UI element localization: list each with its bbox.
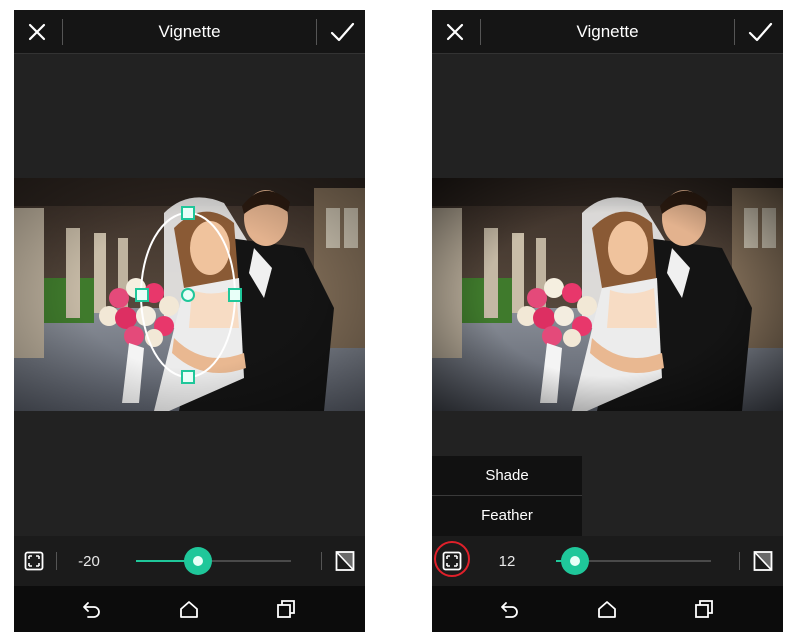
resize-handle-bottom[interactable] bbox=[181, 370, 195, 384]
home-icon[interactable] bbox=[178, 598, 200, 620]
check-icon[interactable] bbox=[747, 19, 773, 45]
android-nav-bar bbox=[14, 586, 365, 632]
vignette-shape-icon[interactable] bbox=[24, 551, 44, 571]
shade-menu-item[interactable]: Shade bbox=[432, 456, 582, 496]
feather-menu-item[interactable]: Feather bbox=[432, 496, 582, 536]
invert-icon[interactable] bbox=[753, 550, 773, 572]
resize-handle-left[interactable] bbox=[135, 288, 149, 302]
intensity-value: -20 bbox=[78, 553, 100, 570]
home-icon[interactable] bbox=[596, 598, 618, 620]
intensity-slider[interactable] bbox=[136, 547, 291, 575]
recent-apps-icon[interactable] bbox=[275, 598, 297, 620]
resize-handle-top[interactable] bbox=[181, 206, 195, 220]
android-nav-bar bbox=[432, 586, 783, 632]
intensity-value: 12 bbox=[498, 553, 516, 570]
photo-canvas[interactable] bbox=[432, 178, 783, 411]
resize-handle-right[interactable] bbox=[228, 288, 242, 302]
page-title: Vignette bbox=[158, 22, 221, 41]
left-screen: Vignette -20 bbox=[14, 10, 365, 632]
back-icon[interactable] bbox=[80, 598, 102, 620]
top-bar: Vignette bbox=[432, 10, 783, 54]
divider bbox=[734, 19, 735, 45]
check-icon[interactable] bbox=[329, 19, 355, 45]
center-handle[interactable] bbox=[181, 288, 195, 302]
slider-thumb[interactable] bbox=[561, 547, 589, 575]
adjust-toolbar: 12 bbox=[432, 536, 783, 586]
right-screen: Vignette Shade Feather 12 bbox=[432, 10, 783, 632]
top-bar: Vignette bbox=[14, 10, 365, 54]
divider bbox=[316, 19, 317, 45]
divider bbox=[321, 552, 322, 570]
page-title: Vignette bbox=[576, 22, 639, 41]
divider bbox=[739, 552, 740, 570]
back-icon[interactable] bbox=[498, 598, 520, 620]
highlight-circle bbox=[434, 541, 470, 577]
intensity-slider[interactable] bbox=[556, 547, 711, 575]
photo-canvas[interactable] bbox=[14, 178, 365, 411]
adjust-toolbar: -20 bbox=[14, 536, 365, 586]
recent-apps-icon[interactable] bbox=[693, 598, 715, 620]
slider-thumb[interactable] bbox=[184, 547, 212, 575]
invert-icon[interactable] bbox=[335, 550, 355, 572]
divider bbox=[56, 552, 57, 570]
